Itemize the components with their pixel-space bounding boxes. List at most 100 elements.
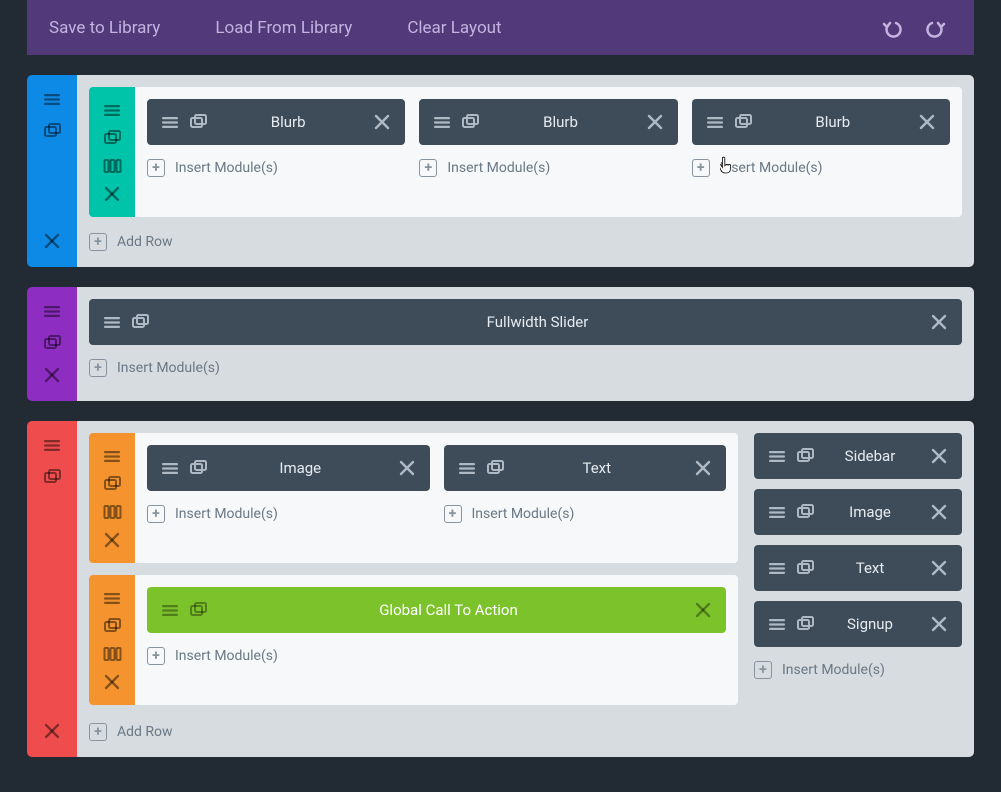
duplicate-icon[interactable]	[732, 111, 754, 133]
insert-module-button[interactable]: + Insert Module(s)	[754, 657, 962, 683]
duplicate-icon[interactable]	[99, 125, 125, 151]
insert-module-button[interactable]: + Insert Module(s)	[89, 355, 962, 381]
duplicate-icon[interactable]	[794, 613, 816, 635]
duplicate-icon[interactable]	[187, 111, 209, 133]
drag-icon[interactable]	[159, 457, 181, 479]
module-blurb[interactable]: Blurb	[419, 99, 677, 145]
drag-icon[interactable]	[99, 443, 125, 469]
duplicate-icon[interactable]	[38, 329, 66, 357]
module-signup[interactable]: Signup	[754, 601, 962, 647]
drag-icon[interactable]	[99, 97, 125, 123]
drag-icon[interactable]	[101, 311, 123, 333]
duplicate-icon[interactable]	[99, 613, 125, 639]
clear-layout-button[interactable]: Clear Layout	[407, 18, 501, 38]
module-title: Blurb	[215, 113, 361, 131]
close-icon[interactable]	[38, 717, 66, 745]
duplicate-icon[interactable]	[187, 599, 209, 621]
close-icon[interactable]	[692, 599, 714, 621]
drag-icon[interactable]	[99, 585, 125, 611]
drag-icon[interactable]	[766, 445, 788, 467]
columns-icon[interactable]	[99, 153, 125, 179]
close-icon[interactable]	[928, 311, 950, 333]
undo-icon[interactable]	[876, 12, 908, 44]
duplicate-icon[interactable]	[459, 111, 481, 133]
duplicate-icon[interactable]	[484, 457, 506, 479]
row: Global Call To Action + Insert Module(s)	[89, 575, 738, 705]
module-fullwidth-slider[interactable]: Fullwidth Slider	[89, 299, 962, 345]
drag-icon[interactable]	[38, 85, 66, 113]
close-icon[interactable]	[99, 181, 125, 207]
module-blurb[interactable]: Blurb	[147, 99, 405, 145]
module-image[interactable]: Image	[147, 445, 430, 491]
module-blurb[interactable]: Blurb	[692, 99, 950, 145]
duplicate-icon[interactable]	[794, 557, 816, 579]
duplicate-icon[interactable]	[38, 117, 66, 145]
drag-icon[interactable]	[766, 557, 788, 579]
module-title: Fullwidth Slider	[157, 313, 918, 331]
module-text[interactable]: Text	[754, 545, 962, 591]
drag-icon[interactable]	[159, 599, 181, 621]
add-row-button[interactable]: + Add Row	[89, 229, 962, 255]
close-icon[interactable]	[916, 111, 938, 133]
module-sidebar[interactable]: Sidebar	[754, 433, 962, 479]
close-icon[interactable]	[644, 111, 666, 133]
row-controls	[89, 575, 135, 705]
module-image[interactable]: Image	[754, 489, 962, 535]
close-icon[interactable]	[928, 613, 950, 635]
close-icon[interactable]	[692, 457, 714, 479]
drag-icon[interactable]	[431, 111, 453, 133]
add-row-button[interactable]: + Add Row	[89, 719, 962, 745]
add-row-label: Add Row	[117, 724, 173, 740]
duplicate-icon[interactable]	[794, 501, 816, 523]
drag-icon[interactable]	[704, 111, 726, 133]
close-icon[interactable]	[928, 557, 950, 579]
plus-icon: +	[444, 505, 462, 523]
builder-toolbar: Save to Library Load From Library Clear …	[27, 0, 974, 55]
insert-module-label: Insert Module(s)	[175, 506, 278, 522]
insert-module-label: Insert Module(s)	[175, 160, 278, 176]
module-text[interactable]: Text	[444, 445, 727, 491]
redo-icon[interactable]	[920, 12, 952, 44]
close-icon[interactable]	[99, 669, 125, 695]
close-icon[interactable]	[396, 457, 418, 479]
load-from-library-button[interactable]: Load From Library	[215, 18, 352, 38]
duplicate-icon[interactable]	[794, 445, 816, 467]
close-icon[interactable]	[38, 227, 66, 255]
insert-module-button[interactable]: + Insert Module(s)	[147, 155, 405, 181]
drag-icon[interactable]	[766, 501, 788, 523]
drag-icon[interactable]	[766, 613, 788, 635]
module-title: Blurb	[487, 113, 633, 131]
insert-module-button[interactable]: + Insert Module(s)	[147, 501, 430, 527]
module-title: Blurb	[760, 113, 906, 131]
close-icon[interactable]	[371, 111, 393, 133]
duplicate-icon[interactable]	[99, 471, 125, 497]
insert-module-button[interactable]: + Insert Module(s)	[147, 643, 726, 669]
section-controls	[27, 421, 77, 757]
drag-icon[interactable]	[159, 111, 181, 133]
duplicate-icon[interactable]	[38, 463, 66, 491]
module-title: Image	[822, 503, 918, 521]
close-icon[interactable]	[38, 361, 66, 389]
insert-module-label: Insert Module(s)	[720, 160, 823, 176]
plus-icon: +	[147, 647, 165, 665]
plus-icon: +	[692, 159, 710, 177]
add-row-label: Add Row	[117, 234, 173, 250]
insert-module-label: Insert Module(s)	[472, 506, 575, 522]
drag-icon[interactable]	[38, 431, 66, 459]
columns-icon[interactable]	[99, 499, 125, 525]
insert-module-button[interactable]: + Insert Module(s)	[692, 155, 950, 181]
close-icon[interactable]	[928, 445, 950, 467]
duplicate-icon[interactable]	[187, 457, 209, 479]
insert-module-button[interactable]: + Insert Module(s)	[419, 155, 677, 181]
module-global-cta[interactable]: Global Call To Action	[147, 587, 726, 633]
drag-icon[interactable]	[456, 457, 478, 479]
module-title: Image	[215, 459, 386, 477]
close-icon[interactable]	[99, 527, 125, 553]
module-title: Text	[512, 459, 683, 477]
drag-icon[interactable]	[38, 297, 66, 325]
columns-icon[interactable]	[99, 641, 125, 667]
save-to-library-button[interactable]: Save to Library	[49, 18, 160, 38]
insert-module-button[interactable]: + Insert Module(s)	[444, 501, 727, 527]
duplicate-icon[interactable]	[129, 311, 151, 333]
close-icon[interactable]	[928, 501, 950, 523]
